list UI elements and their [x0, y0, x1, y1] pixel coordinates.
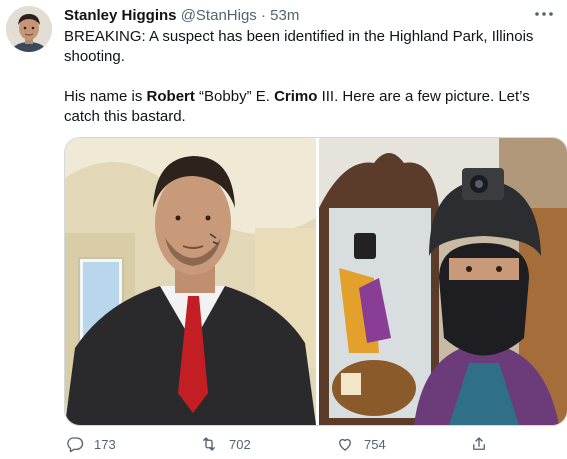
photo-2[interactable] [319, 138, 567, 425]
more-dots-icon [535, 12, 553, 16]
tweet-text: BREAKING: A suspect has been identified … [64, 27, 554, 127]
share-button[interactable] [470, 435, 488, 453]
author-avatar[interactable] [6, 6, 52, 52]
retweet-count: 702 [229, 436, 251, 452]
selfie-with-helmet-photo [319, 138, 567, 425]
tweet-text-line-name: His name is Robert “Bobby” E. Crimo III.… [64, 87, 554, 127]
reply-button[interactable]: 173 [66, 435, 116, 453]
text-segment: “Bobby” E. [194, 88, 275, 105]
text-segment: His name is [64, 88, 147, 105]
retweet-icon [203, 437, 215, 451]
bold-last-name: Crimo [274, 88, 318, 105]
avatar-image [6, 6, 52, 52]
tweet-header: Stanley Higgins @StanHigs · 53m [64, 7, 527, 24]
like-count: 754 [364, 436, 386, 452]
more-options-button[interactable] [531, 4, 557, 24]
author-handle[interactable]: @StanHigs [181, 7, 257, 24]
like-button[interactable]: 754 [336, 435, 386, 453]
tweet-timestamp[interactable]: 53m [270, 7, 299, 24]
bold-first-name: Robert [146, 88, 195, 105]
reply-count: 173 [94, 436, 116, 452]
media-grid [64, 137, 567, 426]
retweet-button[interactable]: 702 [199, 435, 251, 453]
share-icon [473, 437, 485, 450]
author-display-name[interactable]: Stanley Higgins [64, 7, 177, 24]
reply-icon [67, 437, 84, 453]
heart-icon [339, 438, 351, 451]
time-separator: · [260, 7, 266, 24]
photo-1[interactable] [65, 138, 316, 425]
tweet-actions: 173 702 754 [64, 435, 554, 457]
tweet-text-line-breaking: BREAKING: A suspect has been identified … [64, 28, 534, 65]
selfie-in-suit-photo [65, 138, 316, 425]
